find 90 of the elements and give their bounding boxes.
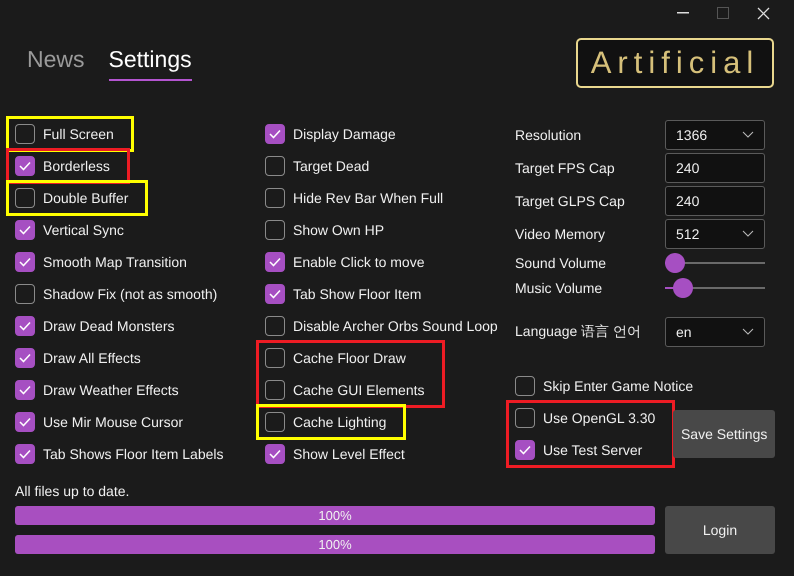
- checkbox[interactable]: [265, 348, 285, 368]
- option-label: Double Buffer: [43, 190, 128, 206]
- option-label: Target Dead: [293, 158, 370, 174]
- check-icon: [269, 449, 281, 459]
- login-button[interactable]: Login: [665, 506, 775, 554]
- check-icon: [519, 445, 531, 455]
- setting-label: Music Volume: [515, 280, 604, 296]
- setting-label: Language 语言 언어: [515, 322, 642, 340]
- check-icon: [19, 417, 31, 427]
- checkbox[interactable]: [15, 188, 35, 208]
- progress-reading: 100%: [317, 536, 353, 554]
- checkbox[interactable]: [15, 412, 35, 432]
- minimize-icon[interactable]: [677, 12, 689, 14]
- setting-label: Sound Volume: [515, 254, 608, 270]
- option-label: Display Damage: [293, 126, 396, 142]
- checkbox[interactable]: [265, 380, 285, 400]
- option-label: Cache Lighting: [293, 414, 386, 430]
- save-button[interactable]: Save Settings: [673, 410, 775, 458]
- option-label: Enable Click to move: [293, 254, 425, 270]
- option-label: Cache Floor Draw: [293, 350, 406, 366]
- close-icon[interactable]: [757, 6, 770, 20]
- progress-reading: 100%: [317, 507, 353, 525]
- checkbox[interactable]: [15, 156, 35, 176]
- checkbox[interactable]: [15, 316, 35, 336]
- chevron-down-icon: [742, 230, 754, 237]
- check-icon: [19, 257, 31, 267]
- checkbox[interactable]: [265, 316, 285, 336]
- dropdown[interactable]: en: [665, 316, 765, 346]
- checkbox[interactable]: [515, 408, 535, 428]
- option-label: Use Test Server: [543, 442, 642, 458]
- checkbox[interactable]: [265, 412, 285, 432]
- checkbox[interactable]: [265, 284, 285, 304]
- check-icon: [269, 129, 281, 139]
- option-label: Hide Rev Bar When Full: [293, 190, 444, 206]
- dropdown[interactable]: 1366: [665, 120, 765, 150]
- check-icon: [269, 257, 281, 267]
- checkbox[interactable]: [265, 188, 285, 208]
- checkbox[interactable]: [15, 284, 35, 304]
- checkbox[interactable]: [515, 376, 535, 396]
- option-label: Draw All Effects: [43, 350, 141, 366]
- check-icon: [19, 385, 31, 395]
- option-label: Full Screen: [43, 126, 114, 142]
- chevron-down-icon: [742, 328, 754, 335]
- option-label: Shadow Fix (not as smooth): [43, 286, 218, 302]
- checkbox[interactable]: [15, 444, 35, 464]
- checkbox[interactable]: [265, 252, 285, 272]
- slider-thumb[interactable]: [673, 278, 693, 298]
- option-label: Skip Enter Game Notice: [543, 378, 694, 394]
- option-label: Draw Dead Monsters: [43, 318, 174, 334]
- option-label: Tab Show Floor Item: [293, 286, 422, 302]
- check-icon: [19, 353, 31, 363]
- status-text: All files up to date.: [14, 482, 130, 501]
- input-field[interactable]: 240: [665, 152, 765, 182]
- checkbox[interactable]: [15, 252, 35, 272]
- setting-label: Resolution: [515, 126, 582, 142]
- check-icon: [19, 161, 31, 171]
- dropdown[interactable]: 512: [665, 218, 765, 248]
- tab[interactable]: Settings: [108, 46, 192, 81]
- option-label: Vertical Sync: [43, 222, 124, 238]
- input-field[interactable]: 240: [665, 186, 765, 216]
- checkbox[interactable]: [265, 220, 285, 240]
- option-label: Cache GUI Elements: [293, 382, 424, 398]
- check-icon: [269, 289, 281, 299]
- checkbox[interactable]: [515, 440, 535, 460]
- checkbox[interactable]: [15, 124, 35, 144]
- option-label: Draw Weather Effects: [43, 382, 179, 398]
- chevron-down-icon: [742, 131, 754, 138]
- check-icon: [19, 321, 31, 331]
- tab[interactable]: News: [27, 46, 85, 81]
- option-label: Show Level Effect: [293, 446, 405, 462]
- logo: Artificial: [576, 38, 774, 88]
- check-icon: [19, 449, 31, 459]
- option-label: Use OpenGL 3.30: [543, 410, 656, 426]
- option-label: Tab Shows Floor Item Labels: [43, 446, 224, 462]
- setting-label: Target FPS Cap: [515, 160, 616, 176]
- checkbox[interactable]: [265, 444, 285, 464]
- check-icon: [19, 225, 31, 235]
- setting-label: Video Memory: [515, 226, 606, 242]
- checkbox[interactable]: [15, 380, 35, 400]
- option-label: Smooth Map Transition: [43, 254, 187, 270]
- option-label: Show Own HP: [293, 222, 384, 238]
- checkbox[interactable]: [15, 348, 35, 368]
- setting-label: Target GLPS Cap: [515, 192, 626, 208]
- option-label: Disable Archer Orbs Sound Loop: [293, 318, 498, 334]
- checkbox[interactable]: [265, 156, 285, 176]
- checkbox[interactable]: [265, 124, 285, 144]
- option-label: Borderless: [43, 158, 110, 174]
- slider-thumb[interactable]: [665, 252, 685, 272]
- option-label: Use Mir Mouse Cursor: [43, 414, 184, 430]
- checkbox[interactable]: [15, 220, 35, 240]
